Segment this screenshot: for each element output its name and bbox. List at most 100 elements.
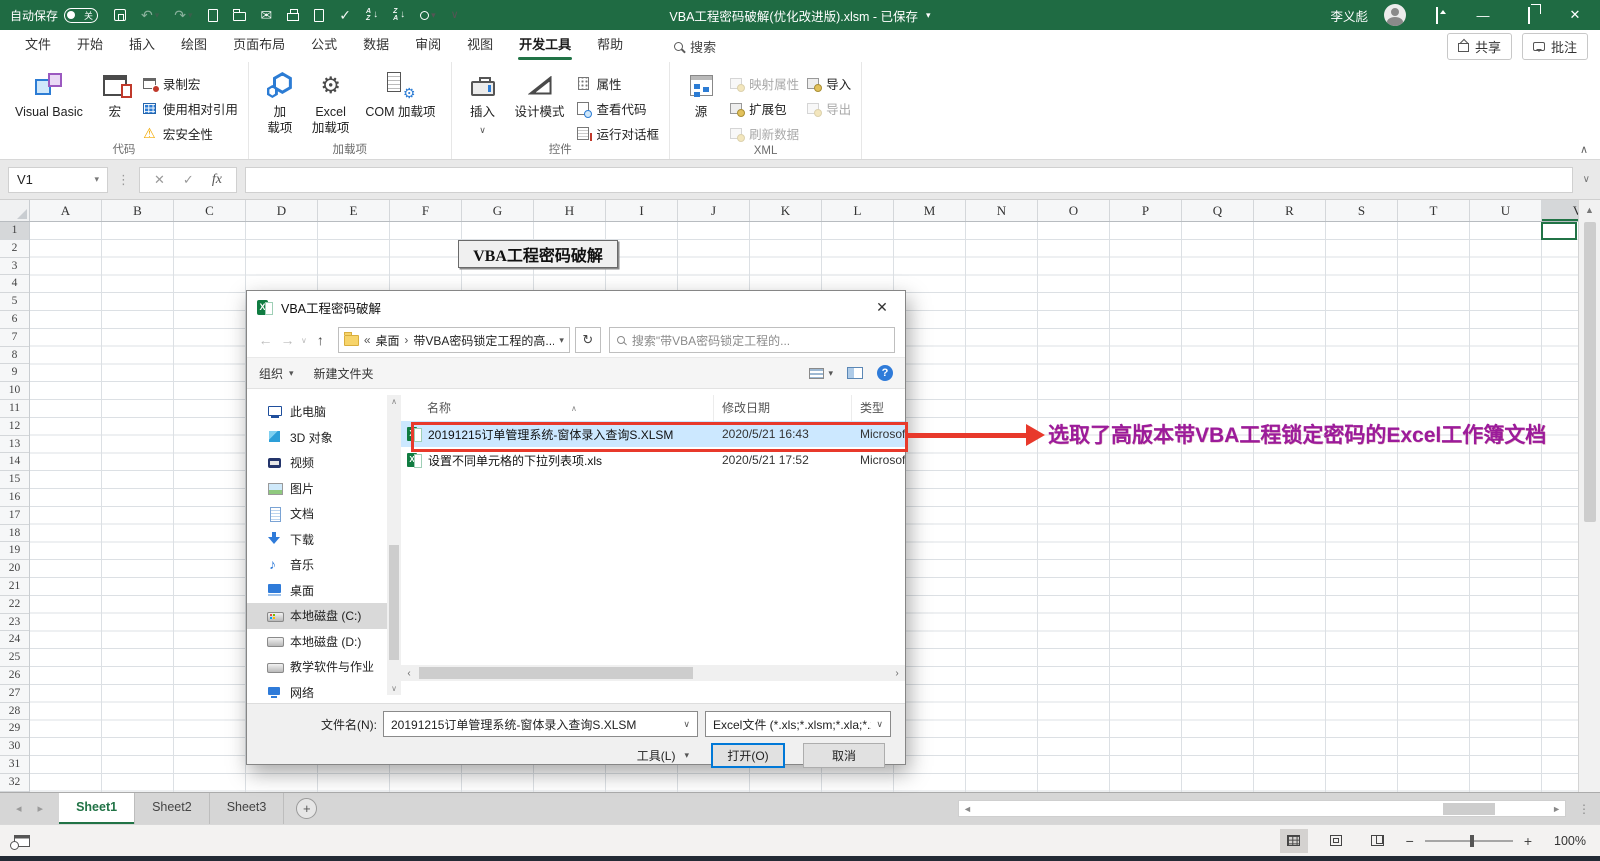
tab-draw[interactable]: 绘图 [168, 30, 220, 62]
relative-references-button[interactable]: 使用相对引用 [142, 99, 238, 118]
column-header-R[interactable]: R [1254, 200, 1326, 221]
spelling-button[interactable]: ✓ [339, 8, 351, 22]
com-addins-button[interactable]: ⚙ COM 加载项 [360, 67, 440, 124]
row-header-11[interactable]: 11 [0, 400, 29, 418]
row-header-20[interactable]: 20 [0, 560, 29, 578]
normal-view-button[interactable] [1279, 828, 1308, 853]
tree-item-this-pc[interactable]: 此电脑 [247, 399, 387, 425]
print-preview-button[interactable] [314, 8, 325, 22]
nav-up-button[interactable]: ↑ [312, 332, 329, 348]
comments-button[interactable]: 批注 [1521, 32, 1588, 60]
row-header-16[interactable]: 16 [0, 489, 29, 507]
tree-item-music[interactable]: 音乐 [247, 552, 387, 578]
tab-splitter-handle[interactable]: ⋮ [1578, 802, 1600, 816]
addins-button[interactable]: 加 载项 [259, 67, 301, 139]
touch-mode-button[interactable]: ▾ [420, 10, 436, 20]
row-header-21[interactable]: 21 [0, 578, 29, 596]
zoom-slider-thumb[interactable] [1469, 834, 1474, 847]
column-header-date[interactable]: 修改日期 [713, 395, 851, 421]
address-dropdown-icon[interactable]: ▾ [559, 335, 564, 346]
formula-input[interactable] [244, 166, 1573, 193]
xml-source-button[interactable]: 源 [680, 67, 722, 124]
row-header-7[interactable]: 7 [0, 329, 29, 347]
row-header-25[interactable]: 25 [0, 649, 29, 667]
email-button[interactable]: ✉ [261, 8, 273, 22]
tree-item-disk-edu[interactable]: 教学软件与作业 [247, 654, 387, 680]
column-header-T[interactable]: T [1398, 200, 1470, 221]
row-header-17[interactable]: 17 [0, 507, 29, 525]
row-header-6[interactable]: 6 [0, 311, 29, 329]
macros-button[interactable]: 宏 [94, 67, 136, 124]
address-bar[interactable]: « 桌面 › 带VBA密码锁定工程的高... ▾ [337, 327, 570, 353]
new-file-button[interactable] [207, 8, 218, 22]
undo-button[interactable]: ↶ ▾ [141, 8, 159, 22]
row-header-28[interactable]: 28 [0, 703, 29, 721]
expand-formula-bar-icon[interactable]: ∨ [1583, 174, 1590, 185]
column-header-L[interactable]: L [822, 200, 894, 221]
excel-addins-button[interactable]: ⚙ Excel 加载项 [307, 67, 355, 139]
properties-button[interactable]: 属性 [576, 74, 660, 93]
page-break-view-button[interactable] [1364, 829, 1392, 853]
filetype-combobox[interactable]: Excel文件 (*.xls;*.xlsm;*.xla;*.x ∨ [705, 711, 891, 737]
page-layout-view-button[interactable] [1322, 829, 1350, 853]
avatar[interactable] [1384, 4, 1406, 26]
column-header-M[interactable]: M [894, 200, 966, 221]
row-header-30[interactable]: 30 [0, 738, 29, 756]
filename-combobox[interactable]: 20191215订单管理系统-窗体录入查询S.XLSM ∨ [383, 711, 698, 737]
hscroll-right-icon[interactable]: › [889, 668, 905, 679]
help-button[interactable] [877, 365, 893, 381]
tab-home[interactable]: 开始 [64, 30, 116, 62]
hscroll-left-icon[interactable]: ‹ [401, 668, 417, 679]
formula-bar-handle-icon[interactable]: ⋮ [117, 172, 130, 188]
tree-item-disk-c[interactable]: 本地磁盘 (C:) [247, 603, 387, 629]
column-header-H[interactable]: H [534, 200, 606, 221]
record-macro-button[interactable]: 录制宏 [142, 74, 238, 93]
preview-pane-button[interactable] [847, 367, 863, 379]
tree-item-network[interactable]: 网络 [247, 680, 387, 704]
column-header-C[interactable]: C [174, 200, 246, 221]
new-folder-button[interactable]: 新建文件夹 [314, 365, 374, 382]
column-header-P[interactable]: P [1110, 200, 1182, 221]
column-header-G[interactable]: G [462, 200, 534, 221]
expansion-packs-button[interactable]: 扩展包 [728, 99, 799, 118]
open-button[interactable]: 打开(O) [711, 743, 785, 768]
tree-scrollbar[interactable]: ∧ ∨ [387, 395, 401, 695]
row-header-22[interactable]: 22 [0, 596, 29, 614]
grid-hscrollbar[interactable]: ◄ ► [958, 800, 1566, 817]
column-header-Q[interactable]: Q [1182, 200, 1254, 221]
cancel-entry-button[interactable]: ✕ [154, 172, 165, 188]
sheet-tab-sheet2[interactable]: Sheet2 [135, 793, 210, 824]
row-header-12[interactable]: 12 [0, 418, 29, 436]
user-name[interactable]: 李义彪 [1330, 6, 1368, 25]
row-header-15[interactable]: 15 [0, 471, 29, 489]
breadcrumb-chevrons[interactable]: « [364, 333, 371, 347]
row-header-4[interactable]: 4 [0, 275, 29, 294]
grid-hscroll-left-icon[interactable]: ◄ [963, 804, 972, 814]
tree-item-pictures[interactable]: 图片 [247, 476, 387, 502]
minimize-button[interactable]: — [1468, 8, 1498, 23]
zoom-level[interactable]: 100% [1546, 834, 1586, 848]
search-box[interactable]: 搜索 [674, 37, 716, 56]
grid-hscroll-thumb[interactable] [1443, 803, 1495, 815]
column-header-type[interactable]: 类型 [851, 395, 905, 421]
column-header-V[interactable]: V [1542, 200, 1578, 221]
column-header-D[interactable]: D [246, 200, 318, 221]
tab-developer[interactable]: 开发工具 [506, 30, 584, 62]
import-button[interactable]: 导入 [805, 74, 851, 93]
row-header-32[interactable]: 32 [0, 774, 29, 792]
tab-help[interactable]: 帮助 [584, 30, 636, 62]
column-header-name[interactable]: 名称 ∧ [401, 395, 713, 421]
add-sheet-button[interactable]: + [296, 798, 318, 819]
column-header-I[interactable]: I [606, 200, 678, 221]
column-header-E[interactable]: E [318, 200, 390, 221]
tab-page-layout[interactable]: 页面布局 [220, 30, 298, 62]
tree-scroll-thumb[interactable] [389, 545, 399, 660]
row-header-26[interactable]: 26 [0, 667, 29, 685]
tools-button[interactable]: 工具(L) ▾ [637, 747, 689, 764]
row-header-19[interactable]: 19 [0, 542, 29, 561]
share-button[interactable]: 共享 [1446, 32, 1512, 60]
row-header-29[interactable]: 29 [0, 720, 29, 739]
breadcrumb-root[interactable]: 桌面 [376, 332, 400, 349]
sort-asc-button[interactable]: A Z ↓ [366, 8, 378, 22]
row-header-3[interactable]: 3 [0, 258, 29, 276]
